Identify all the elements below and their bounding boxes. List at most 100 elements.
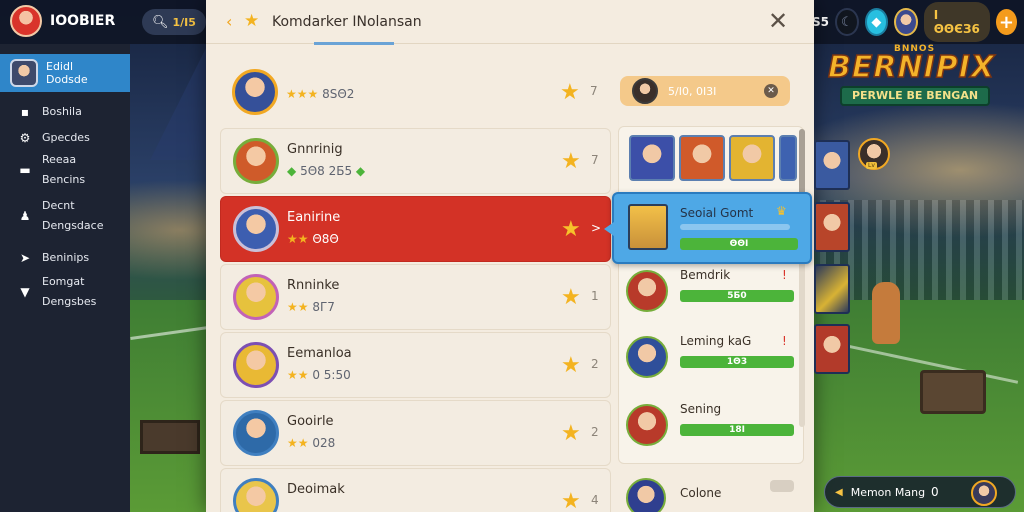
- row-meta: Θ8Θ: [312, 232, 339, 246]
- profile-avatar[interactable]: [894, 8, 918, 36]
- row-rank: 2: [591, 425, 599, 439]
- moon-icon[interactable]: ☾: [835, 8, 859, 36]
- row-name: Gooirle: [287, 414, 334, 429]
- avatar: [626, 404, 668, 446]
- leaderboard-row[interactable]: Rnninke ★★ 8Г7 ★ 1: [220, 264, 611, 330]
- row-rank: 4: [591, 493, 599, 507]
- game-logo: BNNOS BERNIPIX PERWLE BE BENGAN: [827, 42, 996, 110]
- row-rank: 1: [591, 289, 599, 303]
- avatar: [233, 274, 279, 320]
- avatar: [632, 78, 658, 104]
- top-player-pill[interactable]: 5/Ι0, 0Ι3Ι ✕: [620, 76, 790, 106]
- friend-item[interactable]: Bemdrik ! 5Б0: [626, 264, 802, 322]
- row-rank: 7: [590, 84, 598, 98]
- row-name: Deoimak: [287, 482, 345, 497]
- side-avatar[interactable]: Lv: [858, 138, 890, 170]
- sidebar-item-label: Gpecdes: [42, 131, 90, 144]
- sidebar-active-line2: Dodsde: [46, 73, 88, 86]
- currency-amount: I ΘΘЄЗ6: [923, 2, 990, 42]
- leaderboard-row[interactable]: Gnnrinig ◆ 5Θ8 2Б5 ◆ ★ 7: [220, 128, 611, 194]
- rating-stars: ★★: [287, 436, 309, 450]
- sidebar-item-label: Dengsbes: [42, 295, 97, 308]
- close-icon[interactable]: ✕: [764, 84, 778, 98]
- member-pill[interactable]: ◀ Memon Mang 0: [824, 476, 1016, 508]
- inbox-icon: ▼: [20, 285, 30, 299]
- hero-card[interactable]: [729, 135, 775, 181]
- sidebar-item-5[interactable]: ➤ Beninips: [0, 248, 130, 268]
- friend-name: Seoial Gomt: [680, 206, 754, 220]
- row-meta: 028: [312, 436, 336, 450]
- star-icon: ★: [244, 11, 260, 31]
- avatar: [233, 206, 279, 252]
- leaderboard-row[interactable]: Eemanloa ★★ 0 5:50 ★ 2: [220, 332, 611, 398]
- row-name: Gnnrinig: [287, 142, 343, 157]
- friend-item[interactable]: Colone: [626, 476, 802, 512]
- level-badge: Lv: [866, 162, 877, 169]
- friend-progress: 1Θ3: [680, 356, 794, 368]
- side-hero-card[interactable]: [814, 264, 850, 314]
- friend-item[interactable]: Sening 18Ι: [626, 398, 802, 456]
- side-hero-card[interactable]: [814, 140, 850, 190]
- row-name: Eemanloa: [287, 346, 352, 361]
- row-meta: 8SΘ2: [322, 87, 355, 101]
- star-icon: ★: [561, 285, 581, 310]
- profile-icon: [10, 59, 38, 87]
- tag-icon: ➤: [19, 251, 31, 265]
- friend-name: Colone: [680, 486, 722, 500]
- row-rank: 7: [591, 153, 599, 167]
- member-label: Memon Mang: [850, 485, 926, 499]
- row-meta: 8Г7: [312, 300, 335, 314]
- top-pill-text: 5/Ι0, 0Ι3Ι: [668, 84, 717, 98]
- leaderboard-row[interactable]: Gooirle ★★ 028 ★ 2: [220, 400, 611, 466]
- game-logo-title: BERNIPIX: [827, 49, 996, 86]
- trophy-icon: ♛: [776, 204, 787, 218]
- modal-header: ‹ ★ Komdarker INolansan ✕: [206, 0, 814, 45]
- hero-card[interactable]: [629, 135, 675, 181]
- sidebar-item-6[interactable]: ▼ Eomgat Dengsbes: [0, 272, 130, 312]
- alert-icon: !: [782, 334, 787, 348]
- star-icon: ★: [561, 421, 581, 446]
- side-hero-card[interactable]: [814, 202, 850, 252]
- sidebar: Edidl Dodsde ▪ Boshila ⚙ Gpecdes ▬ Reeaa…: [0, 44, 130, 512]
- id-card-icon: ▪: [20, 105, 30, 119]
- avatar: [233, 478, 279, 512]
- rating-stars: ★★: [287, 232, 309, 246]
- friend-progress: 18Ι: [680, 424, 794, 436]
- avatar: [971, 480, 997, 506]
- rating-stars: ★★: [287, 368, 309, 382]
- search-box[interactable]: 🔍︎ 1/I5: [142, 9, 206, 35]
- sidebar-item-4[interactable]: ♟ Decnt Dengsdace: [0, 196, 130, 236]
- leaderboard-row[interactable]: Deoimak ★ 4: [220, 468, 611, 512]
- sidebar-item-active[interactable]: Edidl Dodsde: [0, 54, 130, 92]
- sidebar-active-line1: Edidl: [46, 60, 74, 73]
- star-icon: ★: [561, 149, 581, 174]
- sidebar-item-3[interactable]: ▬ Reeaa Bencins: [0, 150, 130, 190]
- friend-name: Leming kaG: [680, 334, 752, 348]
- friend-item[interactable]: Leming kaG ! 1Θ3: [626, 330, 802, 388]
- side-hero-card[interactable]: [814, 324, 850, 374]
- tab-underline: [314, 42, 394, 45]
- rating-stars: ★★★: [286, 87, 319, 101]
- sidebar-item-1[interactable]: ▪ Boshila: [0, 102, 130, 122]
- row-name: Rnninke: [287, 278, 340, 293]
- brand[interactable]: IOOBIER: [10, 5, 115, 37]
- sidebar-item-2[interactable]: ⚙ Gpecdes: [0, 128, 130, 148]
- chevron-left-icon[interactable]: ‹: [226, 12, 232, 31]
- hero-card[interactable]: [679, 135, 725, 181]
- star-icon: ★: [561, 353, 581, 378]
- selected-friend-card[interactable]: Seoial Gomt ♛ ΘΘΙ: [604, 192, 812, 264]
- add-currency-button[interactable]: +: [995, 9, 1018, 35]
- friend-name: Bemdrik: [680, 268, 731, 282]
- film-icon: ▬: [19, 163, 31, 177]
- avatar: [626, 336, 668, 378]
- leaderboard-modal: ‹ ★ Komdarker INolansan ✕ ★★★ 8SΘ2 ★ 7 G…: [206, 0, 814, 512]
- sidebar-item-label: Bencins: [42, 173, 86, 186]
- row-name: Eanirine: [287, 210, 341, 225]
- leaderboard-row-selected[interactable]: Eanirine ★★ Θ8Θ ★ >: [220, 196, 611, 262]
- row-meta: 5Θ8 2Б5: [300, 164, 353, 178]
- gem-icon[interactable]: ◆: [864, 8, 889, 36]
- hero-card[interactable]: [779, 135, 797, 181]
- close-button[interactable]: ✕: [764, 7, 792, 35]
- avatar: [626, 478, 666, 512]
- leaderboard-row[interactable]: ★★★ 8SΘ2 ★ 7: [220, 60, 611, 126]
